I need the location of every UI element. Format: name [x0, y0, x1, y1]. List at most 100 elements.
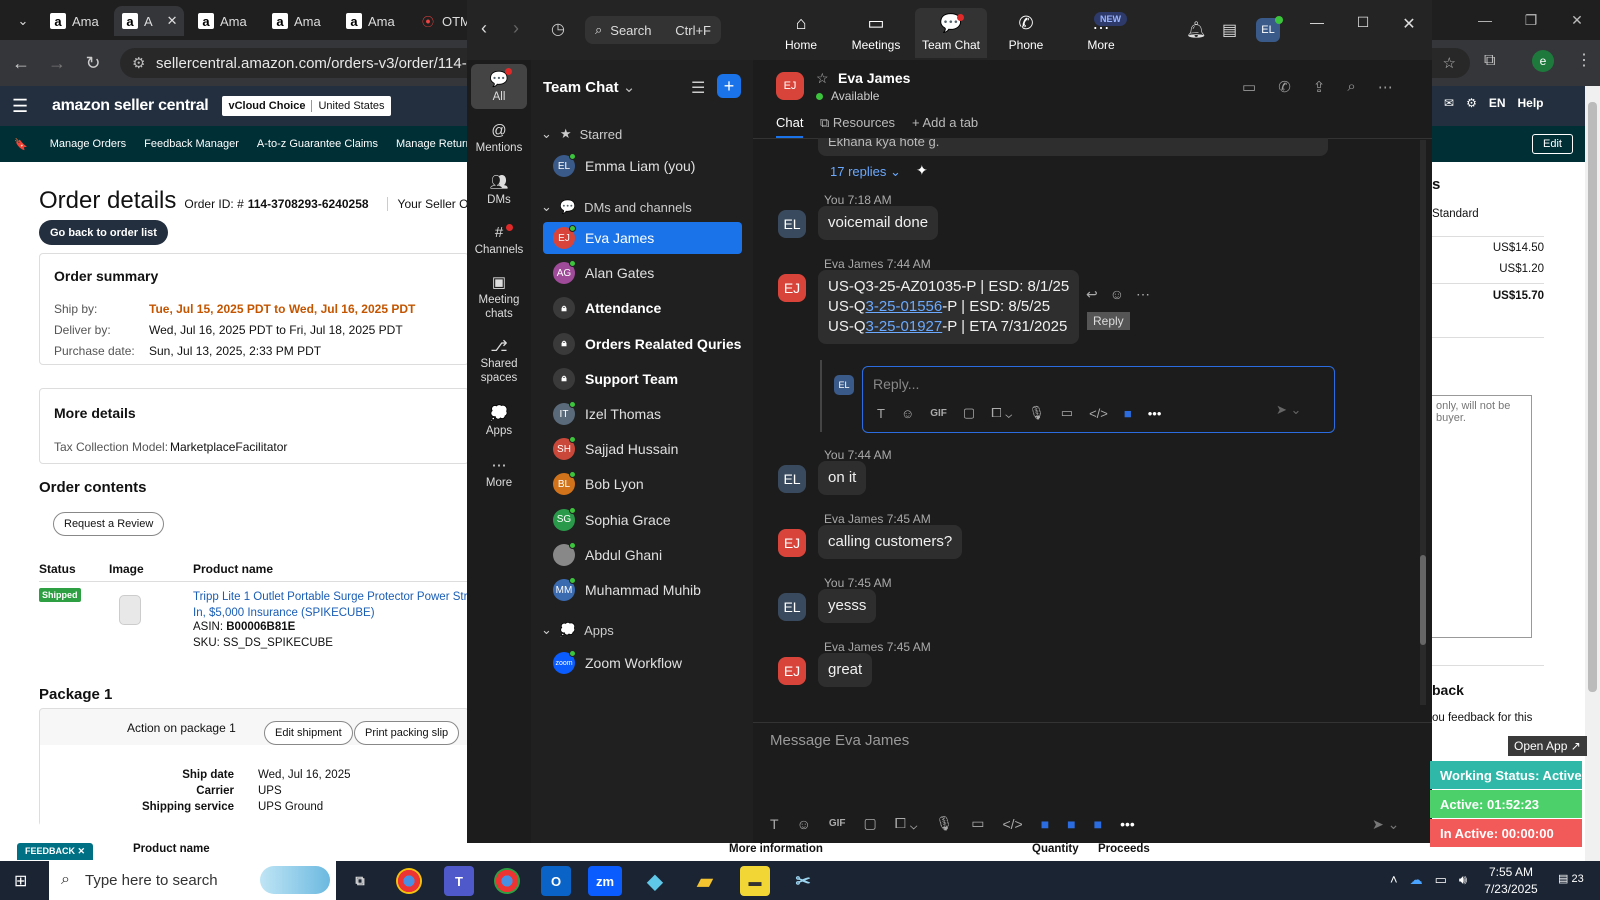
chat-list-item[interactable]: EJ Eva James — [543, 222, 742, 254]
chat-list-item[interactable]: EL Emma Liam (you) — [543, 150, 742, 182]
nav-manage-orders[interactable]: Manage Orders — [50, 138, 126, 150]
zoom-taskbar-icon[interactable]: zm — [588, 866, 622, 896]
network-icon[interactable]: ▭ — [1435, 872, 1447, 888]
tab-resources[interactable]: ⧉ Resources — [820, 115, 895, 131]
message-input[interactable]: Message Eva James — [770, 732, 909, 749]
sticky-notes-icon[interactable]: ▬ — [740, 866, 770, 896]
volume-icon[interactable]: 🔊︎ — [1459, 872, 1467, 888]
tab-home[interactable]: ⌂ Home — [765, 8, 837, 58]
chat-list-header[interactable]: Team Chat ⌄ — [543, 78, 635, 96]
chat-scrollbar[interactable] — [1420, 140, 1426, 705]
product-link[interactable]: Tripp Lite 1 Outlet Portable Surge Prote… — [193, 589, 467, 621]
rail-apps[interactable]: 💭 Apps — [471, 404, 527, 437]
browser-tab[interactable]: a Ama — [338, 6, 406, 36]
section-starred[interactable]: ⌄ ★ Starred — [541, 126, 622, 142]
gear-icon[interactable]: ⚙ — [1466, 96, 1477, 110]
chevron-up-icon[interactable]: ˄ — [1390, 872, 1398, 888]
message-bubble[interactable]: calling customers? — [818, 525, 963, 559]
chat-list-item[interactable]: 🔒︎ Support Team — [543, 363, 742, 395]
maximize-icon[interactable]: ☐ — [1340, 14, 1386, 34]
request-review-button[interactable]: Request a Review — [53, 512, 165, 536]
zoom-app-icon-3[interactable]: ■ — [1094, 816, 1102, 832]
send-icon[interactable]: ➤ ⌄ — [1372, 816, 1399, 833]
language-selector[interactable]: EN — [1489, 96, 1506, 110]
tab-search-dropdown[interactable]: ⌄ — [0, 6, 38, 36]
rail-all[interactable]: 💬 All — [471, 64, 527, 109]
browser-tab[interactable]: ⦿ OTM — [412, 6, 472, 36]
snipping-tool-icon[interactable]: ✂ — [788, 866, 818, 896]
bookmark-icon[interactable]: 🔖 — [14, 138, 28, 151]
text-format-icon[interactable]: T — [877, 406, 885, 421]
tab-chat[interactable]: Chat — [776, 115, 804, 138]
teams-icon[interactable]: T — [444, 866, 474, 896]
menu-kebab-icon[interactable]: ⋮ — [1576, 50, 1592, 70]
reply-icon[interactable]: ↩ — [1086, 286, 1098, 303]
nav-a-to-z-claims[interactable]: A-to-z Guarantee Claims — [257, 138, 378, 150]
add-tab[interactable]: + Add a tab — [912, 115, 978, 130]
message-avatar[interactable]: EJ — [778, 529, 806, 557]
search-icon[interactable]: ⌕ — [1347, 78, 1355, 96]
tab-phone[interactable]: ✆ Phone — [990, 8, 1062, 58]
nav-feedback-manager[interactable]: Feedback Manager — [144, 138, 239, 150]
store-selector[interactable]: vCloud Choice United States — [222, 96, 391, 116]
section-dms-channels[interactable]: ⌄ 💬 DMs and channels — [541, 199, 692, 215]
back-to-order-list-button[interactable]: Go back to order list — [39, 220, 168, 245]
message-avatar[interactable]: EL — [778, 593, 806, 621]
chat-list-item[interactable]: SG Sophia Grace — [543, 504, 742, 536]
message-bubble[interactable]: yesss — [818, 589, 877, 623]
file-icon[interactable]: ▢ — [963, 405, 975, 421]
windows-start-icon[interactable]: ⊞ — [14, 871, 27, 891]
more-dots-icon[interactable]: ⋯ — [1136, 286, 1150, 303]
chat-list-item[interactable]: zoom Zoom Workflow — [543, 647, 742, 679]
forward-icon[interactable]: → — [42, 48, 72, 78]
screenshot-icon[interactable]: ⧠ ⌄ — [895, 815, 918, 832]
send-icon[interactable]: ➤ ⌄ — [1276, 402, 1301, 418]
section-apps[interactable]: ⌄ 💭 Apps — [541, 622, 614, 638]
close-window-icon[interactable]: ✕ — [1554, 0, 1600, 40]
reply-input-box[interactable]: Reply... T ☺ GIF ▢ ⧠ ⌄ 🎙︎ ▭ </> ■ ••• ➤ … — [862, 366, 1335, 433]
rail-more[interactable]: ⋯ More — [471, 456, 527, 489]
reload-icon[interactable]: ↻ — [78, 48, 108, 78]
amazon-logo[interactable]: amazon seller central — [52, 97, 209, 115]
zoom-app-icon[interactable]: ■ — [1124, 406, 1132, 421]
bell-icon[interactable]: 🔔︎ — [1186, 20, 1206, 40]
page-scrollbar[interactable] — [1585, 86, 1600, 861]
browser-tab-active[interactable]: a A ✕ — [114, 6, 184, 36]
chat-list-item[interactable]: SH Sajjad Hussain — [543, 433, 742, 465]
gif-button[interactable]: GIF — [930, 408, 947, 419]
tab-team-chat[interactable]: 💬 Team Chat — [915, 8, 987, 58]
phone-icon[interactable]: ✆ — [1278, 78, 1291, 96]
chat-list-item[interactable]: IT Izel Thomas — [543, 398, 742, 430]
chat-list-item[interactable]: 🔒︎ Orders Realated Quries — [543, 328, 742, 360]
rail-dms[interactable]: 👥︎ DMs — [471, 173, 527, 206]
rail-channels[interactable]: # Channels — [471, 224, 527, 256]
file-icon[interactable]: ▢ — [864, 815, 877, 832]
forward-arrow-icon[interactable]: › — [513, 18, 519, 39]
message-bubble[interactable]: voicemail done — [818, 206, 939, 240]
message-link[interactable]: 3-25-01927 — [866, 318, 943, 335]
onedrive-icon[interactable]: ☁ — [1410, 872, 1423, 888]
remote-desktop-icon[interactable]: ◆ — [640, 866, 670, 896]
message-avatar[interactable]: EJ — [778, 274, 806, 302]
text-format-icon[interactable]: T — [770, 816, 779, 832]
edit-shipment-button[interactable]: Edit shipment — [264, 721, 353, 745]
message-avatar[interactable]: EJ — [778, 657, 806, 685]
emoji-icon[interactable]: ☺ — [1110, 286, 1124, 303]
video-camera-icon[interactable]: ▭ — [1242, 78, 1256, 96]
print-packing-slip-button[interactable]: Print packing slip — [354, 721, 460, 745]
extensions-icon[interactable]: ⧉ — [1484, 52, 1495, 70]
calendar-icon[interactable]: ▤ — [1222, 20, 1237, 40]
message-bubble[interactable]: US-Q3-25-AZ01035-P | ESD: 8/1/25 US-Q3-25… — [818, 270, 1080, 344]
product-image[interactable] — [119, 595, 141, 625]
microphone-icon[interactable]: 🎙︎ — [935, 815, 953, 832]
chat-list-item[interactable]: AG Alan Gates — [543, 257, 742, 289]
code-icon[interactable]: </> — [1089, 406, 1108, 421]
more-dots-icon[interactable]: ••• — [1120, 816, 1135, 832]
minimize-icon[interactable]: — — [1294, 14, 1340, 34]
task-view-icon[interactable]: ⧉ — [345, 866, 375, 896]
edit-nav-button[interactable]: Edit — [1532, 134, 1573, 154]
zoom-search-bar[interactable]: ⌕ Search Ctrl+F — [585, 16, 721, 44]
message-avatar[interactable]: EL — [778, 210, 806, 238]
feedback-tab[interactable]: FEEDBACK ✕ — [17, 843, 94, 860]
code-icon[interactable]: </> — [1002, 816, 1022, 832]
